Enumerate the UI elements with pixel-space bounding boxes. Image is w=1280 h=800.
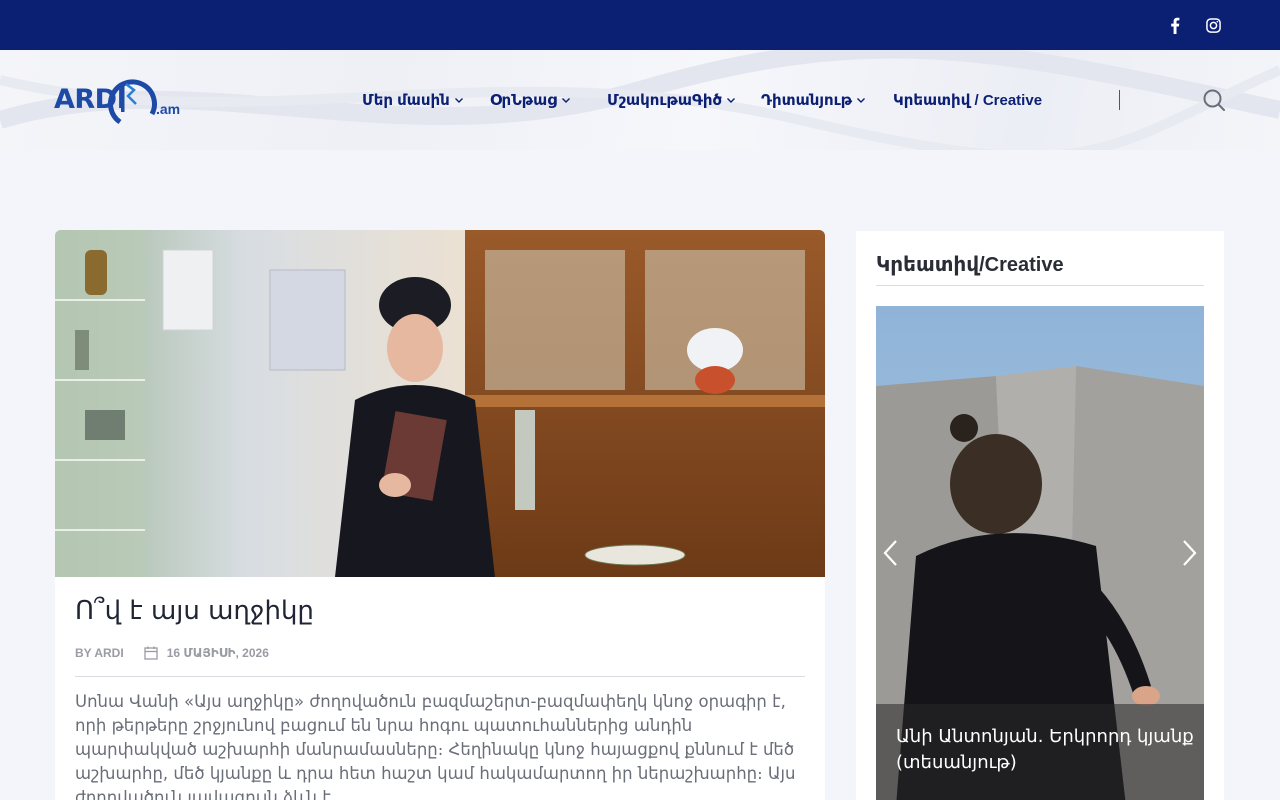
chevron-down-icon [857, 98, 866, 103]
article-excerpt: Սոնա Վանի «Այս աղջիկը» ժողովածուն բազմաշ… [75, 692, 796, 800]
creative-slider: Անի Անտոնյան. Երկրորդ կյանք (տեսանյութ) [876, 306, 1204, 800]
slide-caption[interactable]: Անի Անտոնյան. Երկրորդ կյանք (տեսանյութ) [876, 704, 1204, 800]
article-author[interactable]: BY ARDI [75, 646, 124, 660]
nav-item-label: ՕրՆթաց [490, 92, 557, 109]
chevron-down-icon [454, 98, 463, 103]
widget-divider [876, 285, 1204, 286]
nav-item-label: ՄշակութաԳիծ [607, 92, 723, 109]
nav-item-label: Կրեատիվ / Creative [893, 92, 1043, 109]
nav-item-daily[interactable]: ՕրՆթաց [490, 50, 571, 150]
nav-item-culture[interactable]: ՄշակութաԳիծ [607, 50, 736, 150]
calendar-icon [144, 646, 158, 660]
slider-prev-icon[interactable] [880, 538, 904, 568]
widget-title: Կրեատիվ/Creative [876, 254, 1064, 276]
article-divider [75, 676, 805, 677]
search-icon[interactable] [1202, 88, 1226, 112]
nav-item-video[interactable]: Դիտանյութ [761, 50, 866, 150]
nav-item-label: Մեր մասին [362, 92, 450, 109]
chevron-down-icon [727, 98, 736, 103]
article-title[interactable]: Ո՞վ է այս աղջիկը [75, 596, 314, 626]
nav-item-creative[interactable]: Կրեատիվ / Creative [893, 50, 1042, 150]
article-meta: BY ARDI 16 ՄԱՅԻՍԻ, 2026 [75, 644, 269, 662]
article-image[interactable] [55, 230, 825, 577]
facebook-icon[interactable] [1163, 0, 1187, 50]
slide-caption-text: Անի Անտոնյան. Երկրորդ կյանք (տեսանյութ) [896, 726, 1194, 773]
creative-widget: Կրեատիվ/Creative Անի Անտոնյան. Երկրորդ կ… [856, 231, 1224, 800]
featured-article: Ո՞վ է այս աղջիկը BY ARDI 16 ՄԱՅԻՍԻ, 2026… [55, 230, 825, 800]
top-bar [0, 0, 1280, 50]
instagram-icon[interactable] [1201, 0, 1225, 50]
main-nav: Մեր մասին ՕրՆթաց ՄշակութաԳիծ Դիտանյութ Կ… [0, 50, 1280, 150]
nav-item-about[interactable]: Մեր մասին [362, 50, 464, 150]
nav-divider [1119, 90, 1120, 110]
article-date: 16 ՄԱՅԻՍԻ, 2026 [166, 646, 269, 660]
slider-next-icon[interactable] [1176, 538, 1200, 568]
nav-item-label: Դիտանյութ [761, 92, 853, 109]
chevron-down-icon [561, 98, 570, 103]
